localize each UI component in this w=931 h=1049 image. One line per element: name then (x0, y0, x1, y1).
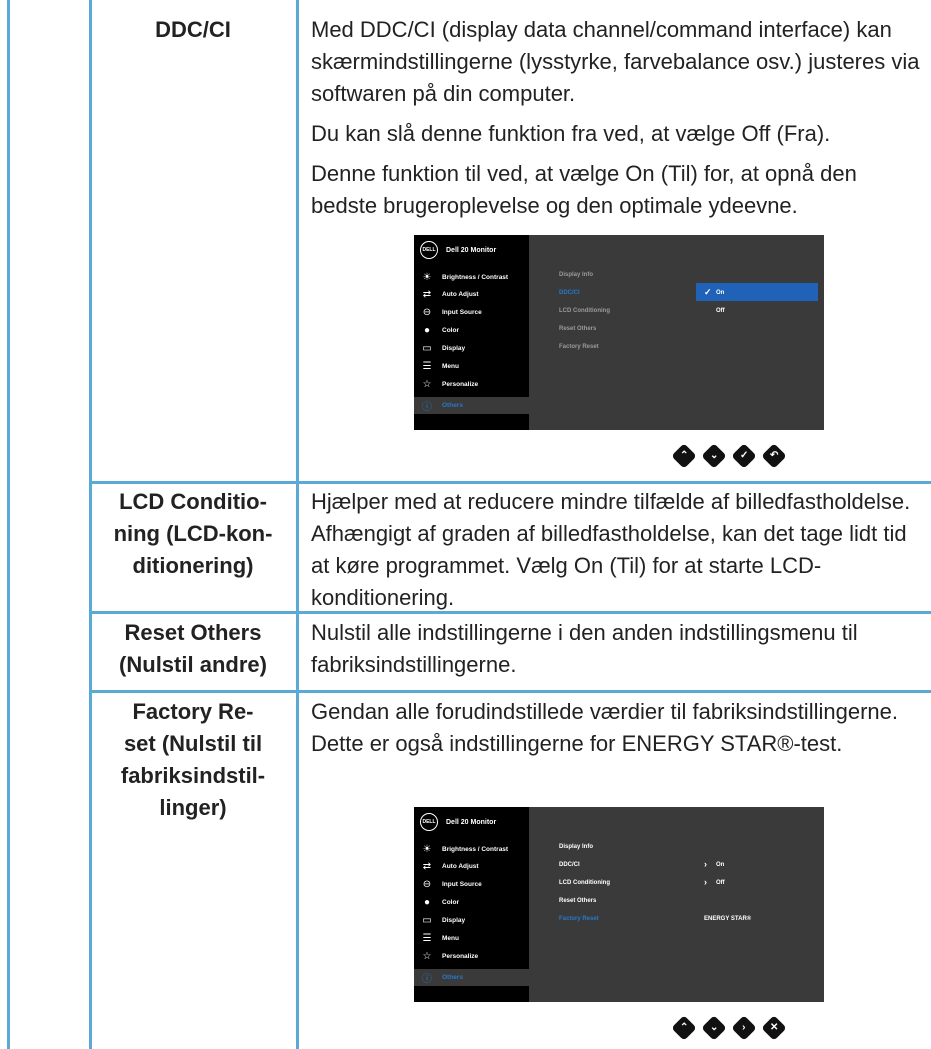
menu-list-icon: ☰ (422, 361, 432, 372)
osd-value-lcd: Off (716, 880, 725, 886)
osd-value-energy-star: ENERGY STAR® (704, 916, 752, 922)
down-button-icon: ⌄ (701, 443, 727, 469)
osd-nav-buttons: ⌃ ⌄ › ✕ (671, 1015, 787, 1041)
osd-menu-item: ☰ Menu (414, 930, 529, 947)
osd-option-highlight (696, 283, 818, 301)
osd-menu-item: ☰ Menu (414, 358, 529, 375)
osd-menu-item: ▭ Display (414, 340, 529, 357)
up-button-icon: ⌃ (671, 443, 697, 469)
description-reset-others: Nulstil alle indstillingerne i den anden… (311, 620, 858, 677)
osd-sub-item: LCD Conditioning (559, 880, 610, 886)
dell-logo: DELL (420, 813, 438, 831)
row-divider (89, 690, 931, 693)
chevron-right-icon: › (704, 877, 707, 887)
color-drop-icon: ● (423, 897, 431, 908)
osd-menu-item: ● Color (414, 322, 529, 339)
term-lcd-conditioning: LCD Conditio- ning (LCD-kon- ditionering… (113, 489, 273, 578)
sun-icon: ☀ (422, 272, 432, 283)
osd-header: DELL Dell 20 Monitor (414, 235, 529, 265)
osd-menu-item: ⇄ Auto Adjust (414, 286, 529, 303)
star-icon: ☆ (422, 379, 432, 390)
osd-menu-item-selected: ⓘ Others (414, 969, 529, 986)
down-button-icon: ⌄ (701, 1015, 727, 1041)
right-button-icon: › (731, 1015, 757, 1041)
sun-icon: ☀ (422, 844, 432, 855)
input-source-icon: ⊖ (422, 307, 432, 318)
input-source-icon: ⊖ (422, 879, 432, 890)
info-icon: ⓘ (422, 402, 432, 413)
check-button-icon: ✓ (731, 443, 757, 469)
table-rule-col2 (296, 0, 299, 1049)
osd-menu-item: ⇄ Auto Adjust (414, 858, 529, 875)
back-button-icon: ↶ (761, 443, 787, 469)
paragraph: Du kan slå denne funktion fra ved, at væ… (311, 121, 831, 146)
row-divider (89, 481, 931, 484)
osd-menu-item-selected: ⓘ Others (414, 397, 529, 414)
osd-nav-buttons: ⌃ ⌄ ✓ ↶ (671, 443, 787, 469)
info-icon: ⓘ (422, 974, 432, 985)
osd-menu-item: ☀ Brightness / Contrast (414, 269, 529, 286)
osd-menu-item: ⊖ Input Source (414, 876, 529, 893)
osd-menu-item: ☆ Personalize (414, 376, 529, 393)
paragraph: Med DDC/CI (display data channel/command… (311, 17, 920, 106)
description-factory-reset: Gendan alle forudindstillede værdier til… (311, 699, 898, 756)
osd-title: Dell 20 Monitor (446, 818, 497, 826)
osd-screenshot-factory-reset: DELL Dell 20 Monitor ☀ Brightness / Contr… (414, 807, 824, 1002)
term-reset-others: Reset Others (Nulstil andre) (119, 620, 267, 677)
osd-sub-item: Reset Others (559, 326, 597, 332)
osd-title: Dell 20 Monitor (446, 246, 497, 254)
swap-arrows-icon: ⇄ (422, 861, 432, 872)
osd-sub-item: LCD Conditioning (559, 308, 610, 314)
star-icon: ☆ (422, 951, 432, 962)
osd-sub-item: Display Info (559, 272, 594, 278)
table-rule-col1 (89, 0, 92, 1049)
osd-sub-item-selected: DDC/CI (559, 290, 580, 296)
osd-option-off: Off (716, 308, 725, 314)
osd-sub-item: DDC/CI (559, 862, 580, 868)
osd-option-on: On (716, 290, 725, 296)
description-lcd-conditioning: Hjælper med at reducere mindre tilfælde … (311, 489, 911, 610)
dell-logo: DELL (420, 241, 438, 259)
osd-menu-item: ⊖ Input Source (414, 304, 529, 321)
term-factory-reset: Factory Re- set (Nulstil til fabriksinds… (120, 699, 266, 820)
monitor-icon: ▭ (422, 343, 432, 354)
osd-sub-item: Display Info (559, 844, 594, 850)
osd-header: DELL Dell 20 Monitor (414, 807, 529, 837)
chevron-right-icon: › (704, 859, 707, 869)
osd-menu-item: ▭ Display (414, 912, 529, 929)
osd-sub-item: Factory Reset (559, 344, 599, 350)
table-rule-left (7, 0, 10, 1049)
close-button-icon: ✕ (761, 1015, 787, 1041)
osd-sub-item-selected: Factory Reset (559, 916, 599, 922)
osd-menu-item: ☀ Brightness / Contrast (414, 841, 529, 858)
color-drop-icon: ● (423, 325, 431, 336)
checkmark-icon: ✓ (704, 287, 712, 297)
osd-menu-item: ● Color (414, 894, 529, 911)
up-button-icon: ⌃ (671, 1015, 697, 1041)
paragraph: Denne funktion til ved, at vælge On (Til… (311, 161, 857, 218)
osd-value-ddc: On (716, 862, 725, 868)
term-ddc-ci: DDC/CI (155, 17, 231, 42)
osd-menu-item: ☆ Personalize (414, 948, 529, 965)
osd-sub-item: Reset Others (559, 898, 597, 904)
osd-screenshot-ddc-ci: DELL Dell 20 Monitor ☀ Brightness / Contr… (414, 235, 824, 430)
description-ddc-ci: Med DDC/CI (display data channel/command… (311, 14, 923, 230)
swap-arrows-icon: ⇄ (422, 289, 432, 300)
menu-list-icon: ☰ (422, 933, 432, 944)
monitor-icon: ▭ (422, 915, 432, 926)
